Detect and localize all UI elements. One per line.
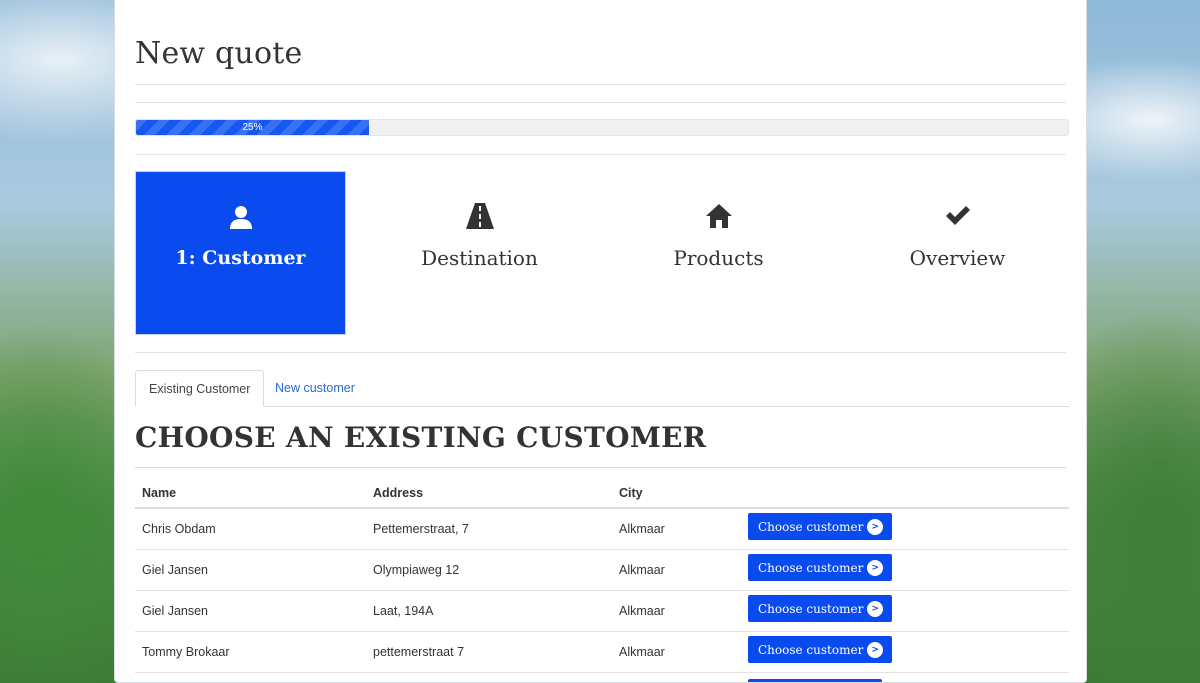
choose-customer-button[interactable]: Choose customer >	[748, 554, 893, 581]
user-icon	[228, 202, 254, 232]
customer-name: Giel Jansen	[135, 590, 366, 632]
divider	[135, 102, 1066, 103]
step-products[interactable]: Products	[613, 171, 824, 335]
customer-address: Olympiaweg 12	[366, 549, 612, 591]
step-label: Products	[673, 246, 764, 270]
customer-address: pettemerstraat 7	[366, 631, 612, 673]
button-label: Choose customer	[758, 560, 864, 575]
step-destination[interactable]: Destination	[374, 171, 585, 335]
step-label: Destination	[421, 246, 538, 270]
action-cell: Choose customer >	[741, 508, 1069, 550]
page-title: New quote	[135, 36, 303, 71]
table-row: Chris Obdam Pettemerstraat, 7 Alkmaar Ch…	[135, 508, 1069, 550]
customer-city: Alkmaar	[612, 631, 741, 673]
customer-address: Pettemerstraat, 7	[366, 508, 612, 550]
progress-fill: 25%	[136, 120, 369, 135]
table-row: Giel Jansen Olympiaweg 12 Alkmaar Choose…	[135, 549, 1069, 591]
progress-bar: 25%	[135, 119, 1069, 136]
action-cell: Choose customer >	[741, 631, 1069, 673]
step-label: Overview	[909, 246, 1006, 270]
column-header-name: Name	[135, 478, 366, 509]
customer-address: Laat, 194A	[366, 590, 612, 632]
arrow-right-icon: >	[867, 641, 884, 658]
checkmark-icon	[945, 201, 971, 231]
action-cell: Choose customer >	[741, 549, 1069, 591]
action-cell: Choose customer >	[741, 590, 1069, 632]
button-label: Choose customer	[758, 601, 864, 616]
customer-name: Tommy Brokaar	[135, 631, 366, 673]
step-customer[interactable]: 1: Customer	[135, 171, 346, 335]
home-icon	[705, 201, 732, 231]
step-label: 1: Customer	[175, 247, 306, 269]
table-header-row: Name Address City	[135, 478, 1069, 509]
quote-panel: New quote 25% 1: Customer Destination Pr…	[114, 0, 1087, 683]
divider	[135, 84, 1066, 85]
table-row: Tommy Brokaar pettemerstraat 7 Alkmaar C…	[135, 631, 1069, 673]
customer-name: Giel Jansen	[135, 549, 366, 591]
button-label: Choose customer	[758, 519, 864, 534]
customer-city: Alkmaar	[612, 549, 741, 591]
customer-tabs: Existing Customer New customer	[135, 370, 1069, 407]
section-title: CHOOSE AN EXISTING CUSTOMER	[135, 421, 707, 454]
choose-customer-button[interactable]: Choose customer >	[748, 595, 893, 622]
table-row: Giel Jansen Laat, 194A Alkmaar Choose cu…	[135, 590, 1069, 632]
arrow-right-icon: >	[867, 518, 884, 535]
choose-customer-button[interactable]: Choose customer >	[748, 513, 893, 541]
tab-existing-customer[interactable]: Existing Customer	[135, 370, 265, 407]
divider	[135, 467, 1066, 468]
customer-table: Name Address City Chris Obdam Pettemerst…	[135, 478, 1069, 673]
column-header-action	[741, 478, 1069, 509]
divider	[135, 154, 1066, 155]
customer-name: Chris Obdam	[135, 508, 366, 550]
tab-new-customer[interactable]: New customer	[262, 370, 368, 407]
customer-city: Alkmaar	[612, 508, 741, 550]
divider	[135, 352, 1066, 353]
column-header-city: City	[612, 478, 741, 509]
road-icon	[465, 201, 494, 231]
wizard-steps: 1: Customer Destination Products Overvie…	[135, 171, 1069, 335]
step-overview[interactable]: Overview	[852, 171, 1063, 335]
customer-city: Alkmaar	[612, 590, 741, 632]
choose-customer-button-partial[interactable]	[748, 679, 882, 682]
column-header-address: Address	[366, 478, 612, 509]
button-label: Choose customer	[758, 642, 864, 657]
choose-customer-button[interactable]: Choose customer >	[748, 636, 893, 663]
arrow-right-icon: >	[867, 600, 884, 617]
arrow-right-icon: >	[867, 559, 884, 576]
